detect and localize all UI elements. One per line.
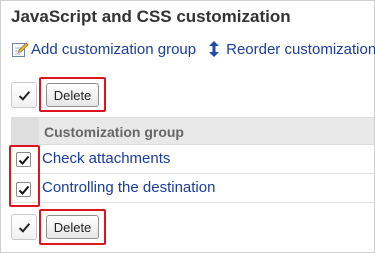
select-all-toggle-top[interactable] [11, 82, 37, 108]
reorder-customization-link[interactable]: Reorder customization [208, 40, 375, 58]
page-title: JavaScript and CSS customization [11, 7, 291, 26]
screen-frame: JavaScript and CSS customization Add cus… [0, 0, 375, 253]
reorder-customization-label: Reorder customization [226, 40, 375, 58]
delete-button-bottom[interactable]: Delete [46, 215, 99, 239]
delete-button-top[interactable]: Delete [46, 83, 99, 107]
action-menu: Add customization group Reorder customiz… [11, 39, 375, 59]
checkmark-icon [18, 90, 30, 101]
table-row: Controlling the destination [11, 174, 374, 203]
row-checkbox-check-attachments[interactable] [16, 152, 31, 167]
add-customization-group-label: Add customization group [31, 40, 197, 58]
group-link-controlling-destination[interactable]: Controlling the destination [42, 179, 215, 196]
checkmark-icon [18, 155, 29, 165]
header-checkbox-cell [11, 118, 39, 144]
reorder-icon [208, 40, 220, 58]
table-row: Check attachments [11, 145, 374, 174]
table-header: Customization group [11, 117, 374, 145]
checkmark-icon [18, 185, 29, 195]
column-header-customization-group: Customization group [44, 124, 184, 140]
add-customization-group-link[interactable]: Add customization group [11, 40, 196, 58]
select-all-toggle-bottom[interactable] [11, 214, 37, 240]
add-customization-icon [11, 40, 29, 58]
checkmark-icon [18, 222, 30, 233]
row-checkbox-controlling-destination[interactable] [16, 182, 31, 197]
group-link-check-attachments[interactable]: Check attachments [42, 150, 170, 167]
